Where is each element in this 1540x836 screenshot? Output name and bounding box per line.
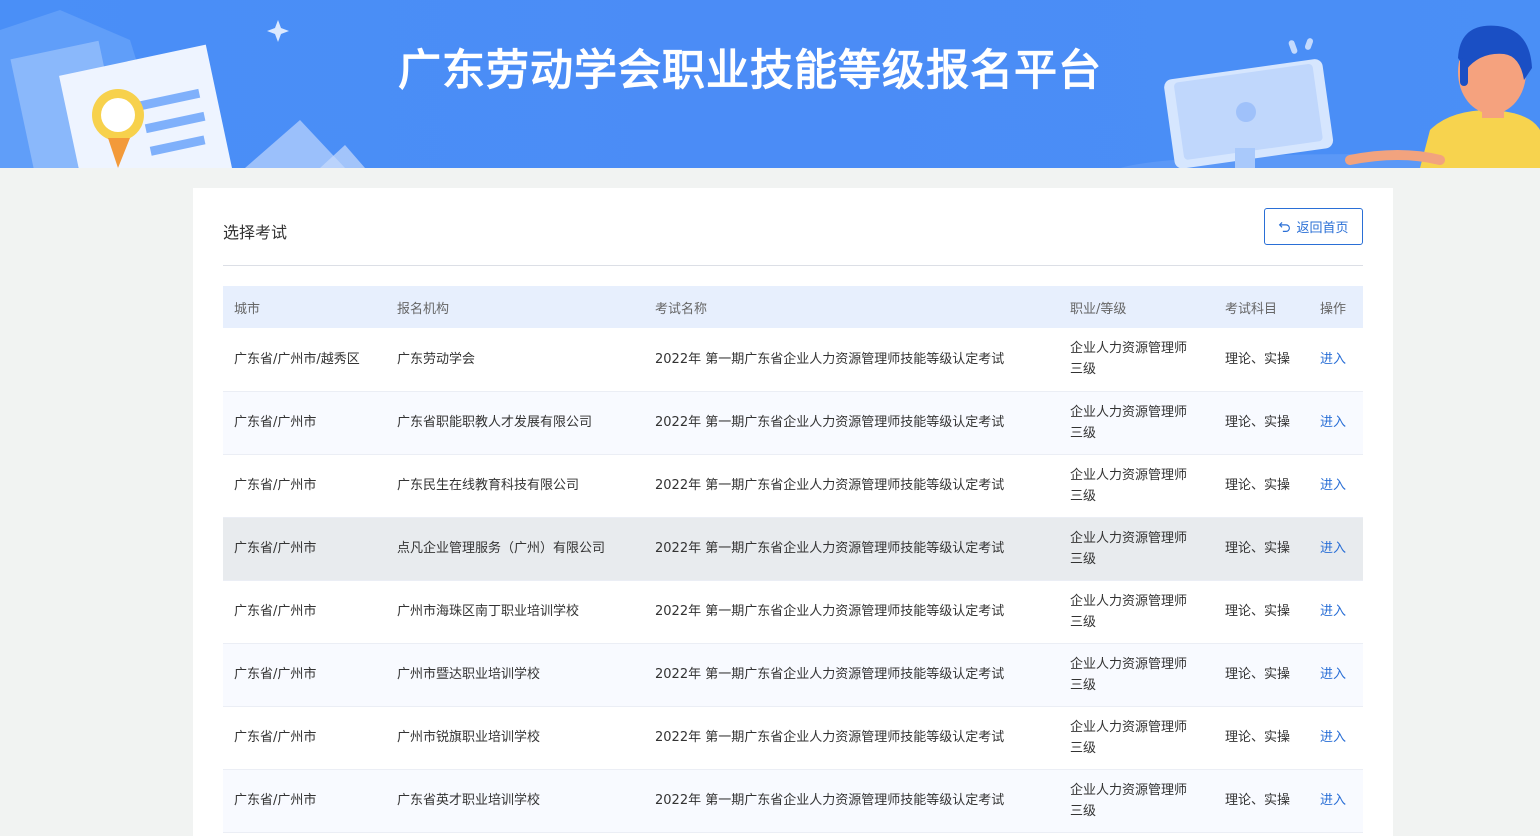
cell-job-level: 企业人力资源管理师 三级 xyxy=(1059,706,1214,770)
enter-link[interactable]: 进入 xyxy=(1320,793,1346,808)
job-title: 企业人力资源管理师 xyxy=(1070,467,1188,483)
cell-org: 点凡企业管理服务（广州）有限公司 xyxy=(386,517,644,581)
table-row: 广东省/广州市 广州市海珠区南丁职业培训学校 2022年 第一期广东省企业人力资源管… xyxy=(223,580,1363,644)
cell-org: 广东劳动学会 xyxy=(386,328,644,392)
cell-city: 广东省/广州市/越秀区 xyxy=(223,328,386,392)
exam-table: 城市 报名机构 考试名称 职业/等级 考试科目 操作 广东省/广州市/越秀区 广东… xyxy=(223,286,1363,833)
card-title: 选择考试 xyxy=(223,223,288,242)
job-level: 三级 xyxy=(1070,677,1097,693)
cell-exam-name: 2022年 第一期广东省企业人力资源管理师技能等级认定考试 xyxy=(644,769,1059,833)
cell-job-level: 企业人力资源管理师 三级 xyxy=(1059,580,1214,644)
cell-city: 广东省/广州市 xyxy=(223,517,386,581)
enter-link[interactable]: 进入 xyxy=(1320,667,1346,682)
cell-city: 广东省/广州市 xyxy=(223,454,386,518)
cell-action: 进入 xyxy=(1309,391,1363,455)
enter-link[interactable]: 进入 xyxy=(1320,730,1346,745)
cell-exam-name: 2022年 第一期广东省企业人力资源管理师技能等级认定考试 xyxy=(644,391,1059,455)
cell-action: 进入 xyxy=(1309,580,1363,644)
job-level: 三级 xyxy=(1070,425,1097,441)
cell-exam-name: 2022年 第一期广东省企业人力资源管理师技能等级认定考试 xyxy=(644,328,1059,392)
job-level: 三级 xyxy=(1070,803,1097,819)
table-row: 广东省/广州市 点凡企业管理服务（广州）有限公司 2022年 第一期广东省企业人力资… xyxy=(223,517,1363,581)
cell-subjects: 理论、实操 xyxy=(1214,517,1309,581)
back-home-label: 返回首页 xyxy=(1296,221,1349,236)
job-level: 三级 xyxy=(1070,740,1097,756)
cell-subjects: 理论、实操 xyxy=(1214,706,1309,770)
cell-city: 广东省/广州市 xyxy=(223,706,386,770)
header-city: 城市 xyxy=(223,286,386,328)
table-row: 广东省/广州市 广州市暨达职业培训学校 2022年 第一期广东省企业人力资源管理师技… xyxy=(223,643,1363,707)
cell-org: 广东省职能职教人才发展有限公司 xyxy=(386,391,644,455)
job-title: 企业人力资源管理师 xyxy=(1070,530,1188,546)
cell-city: 广东省/广州市 xyxy=(223,580,386,644)
cell-city: 广东省/广州市 xyxy=(223,391,386,455)
table-row: 广东省/广州市 广州市锐旗职业培训学校 2022年 第一期广东省企业人力资源管理师技… xyxy=(223,706,1363,770)
cell-org: 广州市暨达职业培训学校 xyxy=(386,643,644,707)
cell-exam-name: 2022年 第一期广东省企业人力资源管理师技能等级认定考试 xyxy=(644,454,1059,518)
cell-action: 进入 xyxy=(1309,517,1363,581)
enter-link[interactable]: 进入 xyxy=(1320,415,1346,430)
job-title: 企业人力资源管理师 xyxy=(1070,404,1188,420)
cell-city: 广东省/广州市 xyxy=(223,643,386,707)
job-title: 企业人力资源管理师 xyxy=(1070,719,1188,735)
cell-exam-name: 2022年 第一期广东省企业人力资源管理师技能等级认定考试 xyxy=(644,580,1059,644)
job-title: 企业人力资源管理师 xyxy=(1070,341,1188,357)
job-level: 三级 xyxy=(1070,551,1097,567)
cell-exam-name: 2022年 第一期广东省企业人力资源管理师技能等级认定考试 xyxy=(644,643,1059,707)
cell-action: 进入 xyxy=(1309,706,1363,770)
cell-action: 进入 xyxy=(1309,328,1363,392)
cell-subjects: 理论、实操 xyxy=(1214,643,1309,707)
enter-link[interactable]: 进入 xyxy=(1320,541,1346,556)
person-computer-illustration xyxy=(1120,25,1540,168)
table-row: 广东省/广州市 广东省英才职业培训学校 2022年 第一期广东省企业人力资源管理师技… xyxy=(223,769,1363,833)
cell-subjects: 理论、实操 xyxy=(1214,328,1309,392)
back-home-button[interactable]: 返回首页 xyxy=(1264,208,1363,245)
cell-subjects: 理论、实操 xyxy=(1214,454,1309,518)
table-row: 广东省/广州市 广东省职能职教人才发展有限公司 2022年 第一期广东省企业人力资源… xyxy=(223,391,1363,455)
job-title: 企业人力资源管理师 xyxy=(1070,656,1188,672)
cell-org: 广州市海珠区南丁职业培训学校 xyxy=(386,580,644,644)
undo-arrow-icon xyxy=(1279,222,1291,232)
header-subjects: 考试科目 xyxy=(1214,286,1309,328)
cell-job-level: 企业人力资源管理师 三级 xyxy=(1059,517,1214,581)
cell-org: 广东省英才职业培训学校 xyxy=(386,769,644,833)
enter-link[interactable]: 进入 xyxy=(1320,352,1346,367)
cell-job-level: 企业人力资源管理师 三级 xyxy=(1059,391,1214,455)
cell-job-level: 企业人力资源管理师 三级 xyxy=(1059,328,1214,392)
job-title: 企业人力资源管理师 xyxy=(1070,593,1188,609)
header-exam-name: 考试名称 xyxy=(644,286,1059,328)
cell-job-level: 企业人力资源管理师 三级 xyxy=(1059,643,1214,707)
exam-selection-card: 选择考试 返回首页 城市 报名机构 考试名称 职业/等级 考试科目 操作 广东省… xyxy=(193,188,1393,836)
cell-action: 进入 xyxy=(1309,769,1363,833)
card-header: 选择考试 返回首页 xyxy=(223,208,1363,266)
job-level: 三级 xyxy=(1070,362,1097,378)
cell-exam-name: 2022年 第一期广东省企业人力资源管理师技能等级认定考试 xyxy=(644,517,1059,581)
enter-link[interactable]: 进入 xyxy=(1320,478,1346,493)
job-title: 企业人力资源管理师 xyxy=(1070,782,1188,798)
cell-subjects: 理论、实操 xyxy=(1214,769,1309,833)
enter-link[interactable]: 进入 xyxy=(1320,604,1346,619)
cell-city: 广东省/广州市 xyxy=(223,769,386,833)
header-job-level: 职业/等级 xyxy=(1059,286,1214,328)
job-level: 三级 xyxy=(1070,614,1097,630)
cell-org: 广东民生在线教育科技有限公司 xyxy=(386,454,644,518)
job-level: 三级 xyxy=(1070,488,1097,504)
cell-job-level: 企业人力资源管理师 三级 xyxy=(1059,769,1214,833)
cell-job-level: 企业人力资源管理师 三级 xyxy=(1059,454,1214,518)
cell-exam-name: 2022年 第一期广东省企业人力资源管理师技能等级认定考试 xyxy=(644,706,1059,770)
cell-subjects: 理论、实操 xyxy=(1214,391,1309,455)
cell-org: 广州市锐旗职业培训学校 xyxy=(386,706,644,770)
header-org: 报名机构 xyxy=(386,286,644,328)
table-row: 广东省/广州市/越秀区 广东劳动学会 2022年 第一期广东省企业人力资源管理师技能… xyxy=(223,328,1363,392)
header-banner: 广东劳动学会职业技能等级报名平台 xyxy=(0,0,1540,168)
cell-action: 进入 xyxy=(1309,454,1363,518)
cell-subjects: 理论、实操 xyxy=(1214,580,1309,644)
table-header-row: 城市 报名机构 考试名称 职业/等级 考试科目 操作 xyxy=(223,286,1363,328)
cell-action: 进入 xyxy=(1309,643,1363,707)
table-row: 广东省/广州市 广东民生在线教育科技有限公司 2022年 第一期广东省企业人力资源管… xyxy=(223,454,1363,518)
header-action: 操作 xyxy=(1309,286,1363,328)
